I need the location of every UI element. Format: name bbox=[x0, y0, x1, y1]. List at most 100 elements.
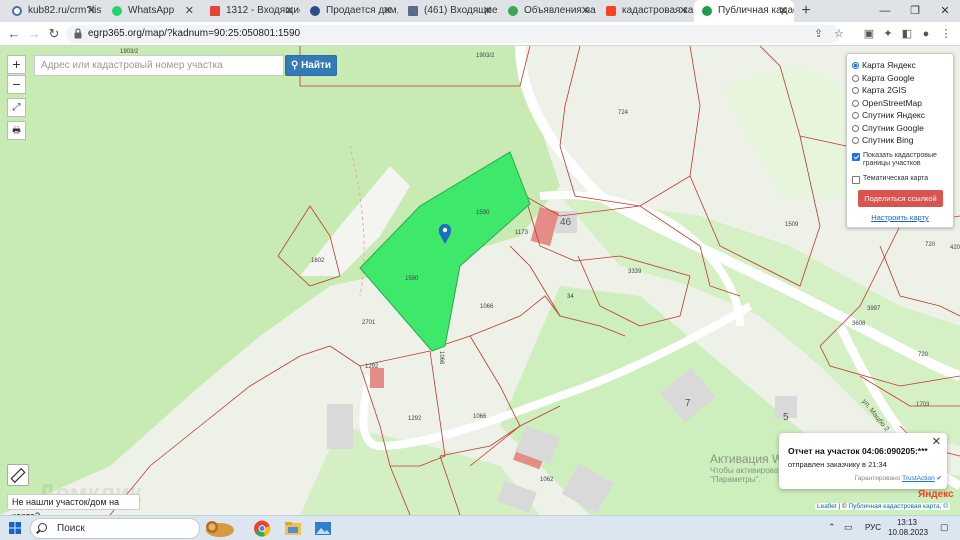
layer-option-yandex-satellite[interactable]: Спутник Яндекс bbox=[852, 109, 925, 121]
radio[interactable] bbox=[852, 99, 859, 107]
parcel-label: 34 bbox=[567, 294, 574, 300]
building bbox=[327, 404, 353, 449]
show-boundaries-toggle[interactable]: Показать кадастровые границы участков bbox=[852, 152, 952, 168]
close-tab-icon[interactable]: ✕ bbox=[679, 0, 688, 22]
measure-button[interactable] bbox=[7, 464, 29, 486]
layer-option-google-satellite[interactable]: Спутник Google bbox=[852, 122, 924, 134]
checkbox[interactable] bbox=[852, 176, 860, 184]
tab-gmail[interactable]: 1312 - Входящие ✕ bbox=[202, 0, 300, 22]
photos-taskbar-button[interactable] bbox=[313, 519, 333, 538]
radio[interactable] bbox=[852, 74, 859, 82]
restore-icon[interactable]: ❐ bbox=[900, 0, 930, 22]
windows-start-icon[interactable] bbox=[9, 522, 21, 534]
share-page-icon[interactable]: ⇪ bbox=[814, 25, 823, 43]
fullscreen-button[interactable]: ⤢ bbox=[7, 98, 26, 117]
trustaction-link[interactable]: TrustAction bbox=[902, 475, 935, 482]
layer-option-google-map[interactable]: Карта Google bbox=[852, 72, 915, 84]
search-button[interactable]: ⚲ Найти bbox=[285, 55, 337, 76]
close-notification-icon[interactable]: ✕ bbox=[932, 435, 941, 448]
pkk-link[interactable]: Публичная кадастровая карта, © bbox=[848, 503, 948, 510]
print-button[interactable]: 🖶 bbox=[7, 121, 26, 140]
parcel-label: 1590 bbox=[476, 210, 490, 216]
network-icon[interactable]: ▭ bbox=[844, 522, 853, 533]
parcel-label: 1292 bbox=[365, 364, 379, 370]
parcel-label: 1509 bbox=[785, 222, 799, 228]
mail-icon bbox=[408, 6, 418, 16]
parcel-label: 1292 bbox=[408, 416, 422, 422]
parcel-label: 3608 bbox=[852, 321, 866, 327]
taskbar-clock[interactable]: 13:13 10.08.2023 bbox=[888, 518, 928, 538]
site-favicon-icon bbox=[702, 6, 712, 16]
taskbar-search[interactable]: Поиск bbox=[30, 518, 200, 539]
checkbox-checked[interactable] bbox=[852, 153, 860, 161]
close-tab-icon[interactable]: ✕ bbox=[185, 0, 194, 22]
thematic-map-toggle[interactable]: Тематическая карта bbox=[852, 175, 952, 184]
profile-avatar-icon[interactable]: ● bbox=[918, 26, 934, 42]
side-panel-icon[interactable]: ◧ bbox=[899, 26, 915, 42]
puzzle-extensions-icon[interactable]: ✦ bbox=[880, 26, 896, 42]
not-found-link[interactable]: Не нашли участок/дом на карте? bbox=[7, 494, 140, 515]
radio[interactable] bbox=[852, 112, 859, 119]
radio[interactable] bbox=[852, 124, 859, 132]
forest-area bbox=[720, 66, 846, 196]
forward-icon[interactable]: → bbox=[24, 22, 44, 46]
reload-icon[interactable]: ↻ bbox=[44, 22, 64, 46]
layer-option-yandex-map[interactable]: Карта Яндекс bbox=[852, 59, 916, 71]
language-indicator[interactable]: РУС bbox=[865, 523, 881, 532]
verified-check-icon: ✔ bbox=[936, 475, 942, 482]
close-tab-icon[interactable]: ✕ bbox=[483, 0, 492, 22]
cadastral-search-input[interactable] bbox=[34, 55, 284, 76]
map-attribution: Leaflet | © Публичная кадастровая карта,… bbox=[815, 503, 950, 510]
extension-icon[interactable]: ▣ bbox=[861, 26, 877, 42]
chrome-taskbar-button[interactable] bbox=[252, 519, 272, 538]
parcel-label: 3339 bbox=[628, 269, 642, 275]
search-highlight-image[interactable] bbox=[198, 519, 242, 538]
tab-yandex-cadastral[interactable]: кадастровая карт ✕ bbox=[598, 0, 694, 22]
tray-chevron-icon[interactable]: ⌃ bbox=[828, 522, 836, 533]
radio-selected[interactable] bbox=[852, 62, 859, 69]
address-bar[interactable]: egrp365.org/map/?kadnum=90:25:050801:159… bbox=[66, 25, 844, 43]
parcel-label: 2701 bbox=[362, 320, 376, 326]
configure-map-link[interactable]: Настроить карту bbox=[847, 213, 953, 222]
new-tab-icon[interactable]: + bbox=[797, 0, 815, 22]
parcel-label: 1066 bbox=[480, 304, 494, 310]
minimize-icon[interactable]: — bbox=[870, 0, 900, 22]
parcel-label: 1062 bbox=[540, 477, 554, 483]
layer-option-bing-satellite[interactable]: Спутник Bing bbox=[852, 134, 913, 146]
site-favicon-icon bbox=[12, 6, 22, 16]
radio[interactable] bbox=[852, 87, 859, 94]
close-tab-icon[interactable]: ✕ bbox=[779, 0, 788, 22]
bookmark-star-icon[interactable]: ☆ bbox=[834, 25, 844, 43]
notifications-icon[interactable]: ▢ bbox=[940, 522, 949, 533]
close-window-icon[interactable]: ✕ bbox=[930, 0, 960, 22]
tab-house-sale[interactable]: Продается дом, ✕ bbox=[302, 0, 398, 22]
radio[interactable] bbox=[852, 137, 859, 144]
zoom-in-button[interactable]: + bbox=[7, 55, 26, 74]
notification-text: отправлен заказчику в 21:34 bbox=[788, 460, 887, 469]
close-tab-icon[interactable]: ✕ bbox=[285, 0, 294, 22]
parcel-label: 1590 bbox=[405, 276, 419, 282]
tab-mail-inbox[interactable]: (461) Входящие ✕ bbox=[400, 0, 498, 22]
share-link-button[interactable]: Поделиться ссылкой bbox=[858, 190, 943, 207]
leaflet-link[interactable]: Leaflet bbox=[817, 503, 837, 510]
tab-whatsapp[interactable]: WhatsApp ✕ bbox=[104, 0, 200, 22]
close-tab-icon[interactable]: ✕ bbox=[581, 0, 590, 22]
close-tab-icon[interactable]: ✕ bbox=[87, 0, 96, 22]
whatsapp-icon bbox=[112, 6, 122, 16]
notification-popup[interactable]: Отчет на участок 04:06:090205:*** отправ… bbox=[779, 433, 947, 489]
cadastral-map[interactable]: 1903/2 1903/2 724 1590 1590 1173 46 1509… bbox=[0, 46, 960, 515]
file-explorer-taskbar-button[interactable] bbox=[283, 519, 303, 538]
layer-option-osm[interactable]: OpenStreetMap bbox=[852, 97, 922, 109]
layer-option-2gis-map[interactable]: Карта 2GIS bbox=[852, 84, 906, 96]
windows-taskbar: Поиск ⌃ ▭ РУС 13:13 10.08.2023 ▢ bbox=[0, 515, 960, 540]
zoom-out-button[interactable]: − bbox=[7, 75, 26, 94]
photos-icon bbox=[315, 522, 331, 535]
browser-menu-icon[interactable]: ⋮ bbox=[938, 26, 954, 42]
tab-public-cadastral-map[interactable]: Публичная кадаст ✕ bbox=[694, 0, 794, 22]
tab-listings[interactable]: Объявления на ✕ bbox=[500, 0, 596, 22]
yandex-logo: Яндекс bbox=[918, 489, 954, 500]
tab-kub82[interactable]: kub82.ru/crm?list ✕ bbox=[4, 0, 102, 22]
back-icon[interactable]: ← bbox=[4, 22, 24, 46]
browser-tab-strip: kub82.ru/crm?list ✕ WhatsApp ✕ 1312 - Вх… bbox=[0, 0, 960, 22]
close-tab-icon[interactable]: ✕ bbox=[383, 0, 392, 22]
